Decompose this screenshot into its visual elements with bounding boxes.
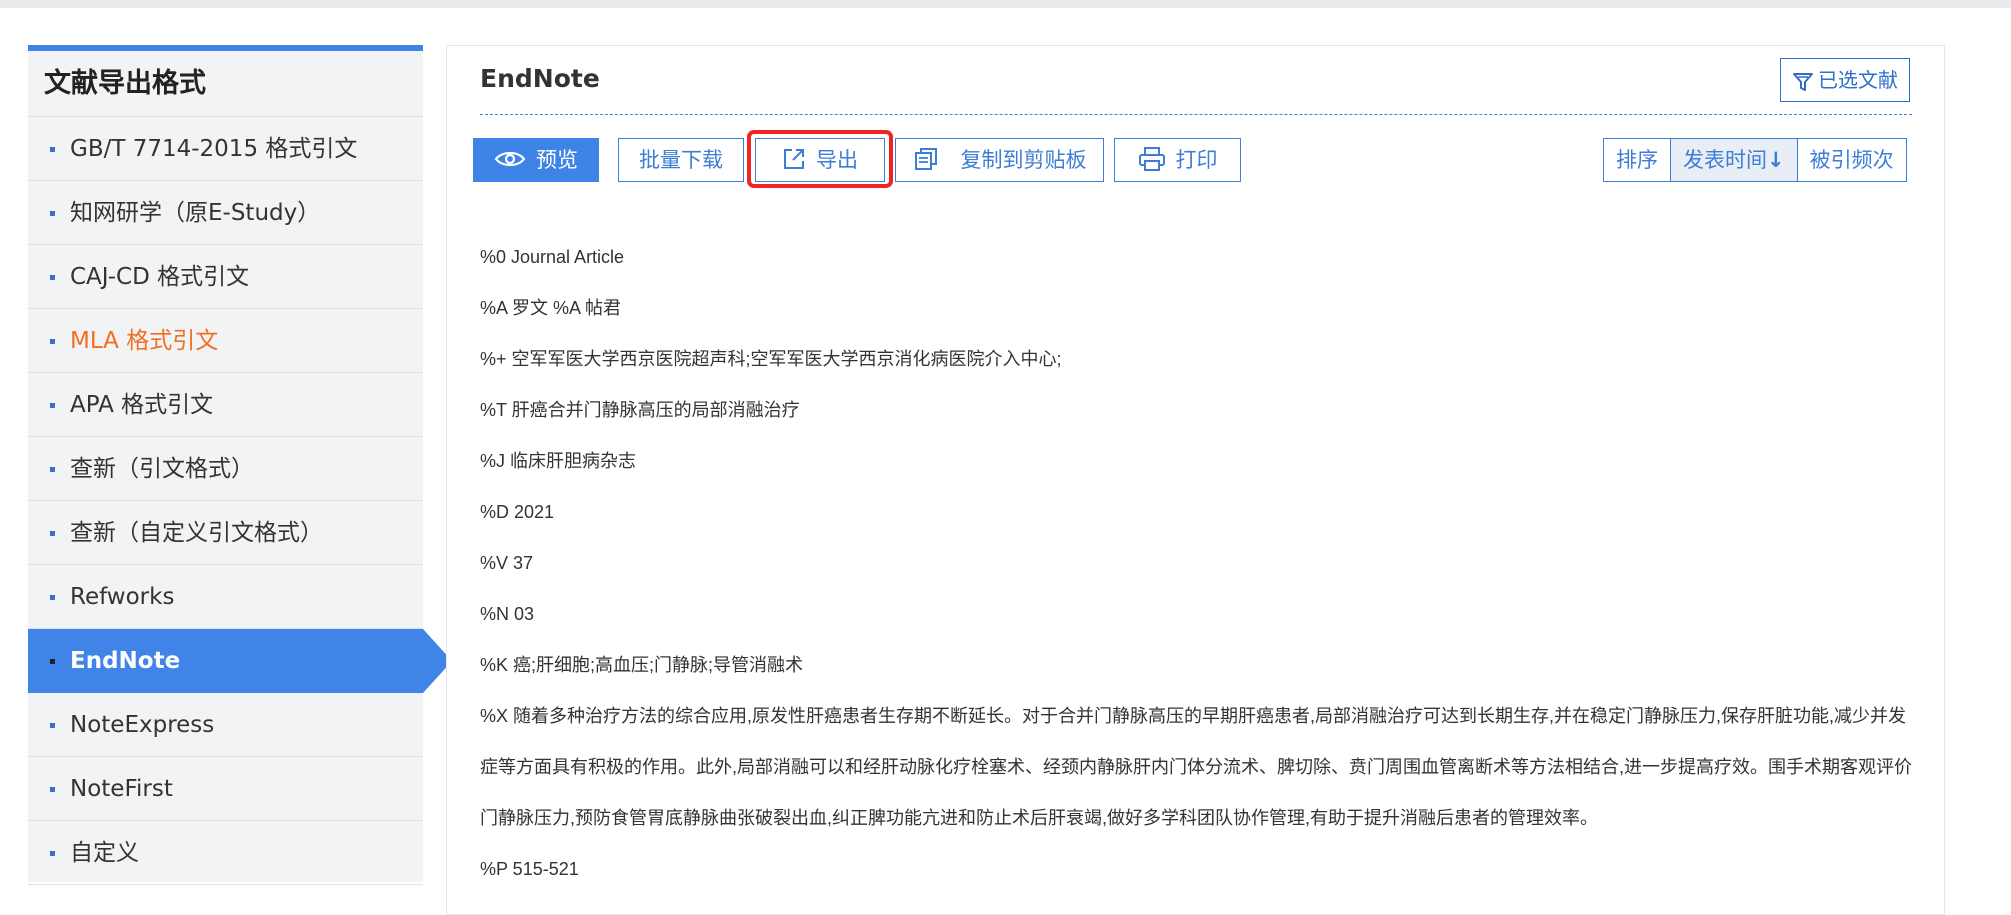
- sidebar-item[interactable]: 知网研学（原E-Study）: [28, 181, 423, 245]
- sidebar-item[interactable]: NoteExpress: [28, 693, 423, 757]
- sidebar-item-label: 自定义: [70, 840, 139, 866]
- selected-docs-label: 已选文献: [1818, 68, 1898, 92]
- preview-button[interactable]: 预览: [473, 138, 599, 182]
- sidebar-item[interactable]: 查新（自定义引文格式）: [28, 501, 423, 565]
- bullet-icon: [50, 659, 55, 664]
- sidebar-item[interactable]: 自定义: [28, 821, 423, 885]
- sidebar-item[interactable]: CAJ-CD 格式引文: [28, 245, 423, 309]
- pages-line: %P 515-521: [480, 859, 579, 879]
- sort-pub-time-button[interactable]: 发表时间↓: [1670, 138, 1798, 182]
- export-highlight-callout: [747, 130, 893, 188]
- record-line: %D 2021: [480, 502, 555, 522]
- sort-cited-button[interactable]: 被引频次: [1796, 138, 1907, 182]
- copy-to-clipboard-button[interactable]: 复制到剪贴板: [895, 138, 1104, 182]
- sidebar-item[interactable]: APA 格式引文: [28, 373, 423, 437]
- sidebar-item[interactable]: EndNote: [28, 629, 452, 693]
- sidebar-item[interactable]: Refworks: [28, 565, 423, 629]
- print-button[interactable]: 打印: [1114, 138, 1241, 182]
- sidebar-item-label: CAJ-CD 格式引文: [70, 264, 250, 290]
- sidebar-list: GB/T 7714-2015 格式引文 知网研学（原E-Study） CAJ-CD …: [28, 117, 452, 885]
- record-line: %T 肝癌合并门静脉高压的局部消融治疗: [480, 400, 800, 420]
- copy-label: 复制到剪贴板: [960, 148, 1087, 172]
- main-panel: EndNote 已选文献 预览 批量下载 导出 复制到剪贴板 打印 排序 发表时…: [446, 45, 1945, 915]
- printer-icon: [1138, 147, 1165, 171]
- batch-download-label: 批量下载: [639, 148, 723, 172]
- sidebar-title: 文献导出格式: [28, 51, 423, 117]
- preview-label: 预览: [536, 148, 578, 172]
- print-label: 打印: [1175, 148, 1218, 172]
- title-divider: [480, 114, 1912, 115]
- bullet-icon: [50, 467, 55, 472]
- bullet-icon: [50, 851, 55, 856]
- record-line: %V 37: [480, 553, 534, 573]
- content-lines: %0 Journal Article %A 罗文 %A 帖君 %+ 空军军医大学西京…: [480, 232, 1920, 691]
- sidebar-item[interactable]: GB/T 7714-2015 格式引文: [28, 117, 423, 181]
- bullet-icon: [50, 275, 55, 280]
- record-line: %K 癌;肝细胞;高血压;门静脉;导管消融术: [480, 655, 804, 675]
- record-line: %J 临床肝胆病杂志: [480, 451, 637, 471]
- eye-icon: [494, 151, 526, 167]
- bullet-icon: [50, 403, 55, 408]
- record-line: %N 03: [480, 604, 535, 624]
- bullet-icon: [50, 595, 55, 600]
- sidebar-item[interactable]: NoteFirst: [28, 757, 423, 821]
- sidebar-item-label: MLA 格式引文: [70, 328, 219, 354]
- record-line: %0 Journal Article: [480, 247, 625, 267]
- bullet-icon: [50, 787, 55, 792]
- sort-pub-time-label: 发表时间: [1683, 148, 1767, 172]
- record-line: %+ 空军军医大学西京医院超声科;空军军医大学西京消化病医院介入中心;: [480, 349, 1062, 369]
- endnote-content: %0 Journal Article %A 罗文 %A 帖君 %+ 空军军医大学西京…: [480, 232, 1920, 895]
- sidebar-item[interactable]: MLA 格式引文: [28, 309, 423, 373]
- top-bar: [0, 0, 2011, 8]
- sort-label-button[interactable]: 排序: [1603, 138, 1671, 182]
- abstract-line: %X 随着多种治疗方法的综合应用,原发性肝癌患者生存期不断延长。对于合并门静脉高…: [480, 706, 1912, 828]
- clipboard-icon: [914, 148, 937, 170]
- sidebar-item-label: 知网研学（原E-Study）: [70, 200, 321, 226]
- filter-icon: [1793, 72, 1813, 91]
- sidebar-item-label: NoteFirst: [70, 776, 173, 802]
- sidebar-item[interactable]: 查新（引文格式）: [28, 437, 423, 501]
- batch-download-button[interactable]: 批量下载: [618, 138, 744, 182]
- bullet-icon: [50, 147, 55, 152]
- sort-group: 排序 发表时间↓ 被引频次: [1603, 138, 1907, 182]
- arrow-down-icon: ↓: [1767, 148, 1785, 172]
- sidebar-item-label: GB/T 7714-2015 格式引文: [70, 136, 358, 162]
- sidebar-item-label: EndNote: [70, 648, 181, 674]
- export-format-sidebar: 文献导出格式 GB/T 7714-2015 格式引文 知网研学（原E-Study）…: [28, 45, 452, 885]
- bullet-icon: [50, 211, 55, 216]
- sidebar-item-label: Refworks: [70, 584, 175, 610]
- selected-docs-button[interactable]: 已选文献: [1780, 58, 1910, 102]
- sidebar-item-label: NoteExpress: [70, 712, 215, 738]
- page-title: EndNote: [480, 64, 600, 93]
- bullet-icon: [50, 339, 55, 344]
- sidebar-item-label: APA 格式引文: [70, 392, 214, 418]
- record-line: %A 罗文 %A 帖君: [480, 298, 622, 318]
- bullet-icon: [50, 723, 55, 728]
- sidebar-item-label: 查新（引文格式）: [70, 456, 254, 482]
- bullet-icon: [50, 531, 55, 536]
- sidebar-item-label: 查新（自定义引文格式）: [70, 520, 323, 546]
